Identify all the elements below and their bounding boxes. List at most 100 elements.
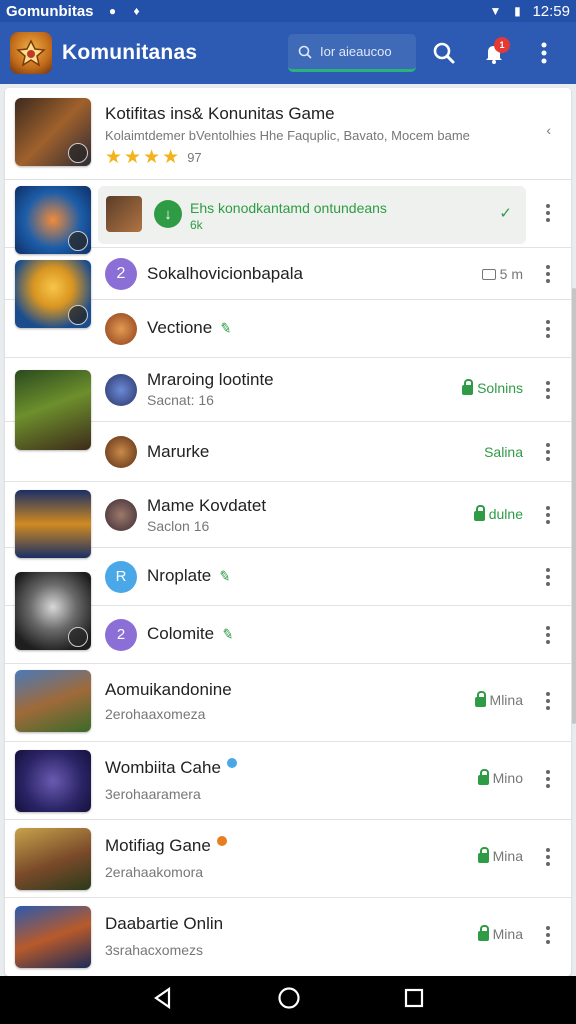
chevron-left-icon[interactable]: ‹ — [546, 122, 551, 138]
more-options-button[interactable] — [541, 620, 555, 650]
edit-icon: ✎ — [218, 567, 233, 585]
more-options-button[interactable] — [541, 920, 555, 950]
item-title: Nroplate — [147, 566, 212, 585]
list-item[interactable]: Daabartie Onlin 3srahacxomezs Mina — [5, 898, 571, 976]
featured-game-row[interactable]: Kotifitas ins& Konunitas Game Kolaimtdem… — [5, 88, 571, 180]
message-icon — [481, 268, 496, 280]
lock-icon — [462, 379, 474, 395]
item-subtitle: Sacnat: 16 — [147, 392, 214, 408]
game-thumbnail — [15, 670, 91, 732]
verified-icon — [226, 758, 237, 768]
app-logo-icon — [10, 32, 52, 74]
more-options-button[interactable] — [541, 562, 555, 592]
item-title: Marurke — [147, 442, 210, 461]
community-list: Kotifitas ins& Konunitas Game Kolaimtdem… — [5, 88, 571, 976]
more-vert-icon — [541, 42, 547, 64]
banner-subtext: 6k — [190, 218, 203, 232]
list-item[interactable]: 2 Colomite ✎ — [5, 606, 571, 664]
badge-icon — [68, 143, 88, 163]
lock-icon — [474, 691, 486, 707]
list-item[interactable]: Marurke Salina — [5, 422, 571, 482]
notifications-button[interactable]: 1 — [472, 31, 516, 75]
status-bar-title: Gomunbitas — [6, 2, 94, 20]
star-icon: ★ — [143, 147, 161, 168]
list-item[interactable]: Aomuikandonine 2erohaaxomeza Mlina — [5, 664, 571, 742]
download-banner[interactable]: ↓ Ehs konodkantamd ontundeans 6k ✓ — [98, 186, 526, 244]
home-button[interactable] — [277, 986, 301, 1015]
item-status: dulne — [488, 506, 523, 522]
featured-description: Kolaimtdemer bVentolhies Hhe Faquplic, B… — [105, 128, 470, 143]
item-title: Aomuikandonine — [105, 680, 232, 699]
back-icon — [153, 986, 170, 1009]
featured-title: Kotifitas ins& Konunitas Game — [105, 104, 335, 123]
game-thumbnail — [15, 186, 91, 254]
app-title: Komunitanas — [62, 41, 198, 64]
avatar — [105, 313, 137, 345]
item-title: Sokalhovicionbapala — [147, 264, 303, 283]
edit-icon: ✎ — [219, 319, 234, 337]
more-options-button[interactable] — [541, 375, 555, 405]
system-nav-bar — [0, 976, 576, 1024]
item-status: Salina — [484, 444, 523, 460]
item-status: Mina — [492, 848, 523, 864]
app-bar: Komunitanas Ior aieaucoo 1 — [0, 22, 576, 84]
more-options-button[interactable] — [541, 198, 555, 228]
item-title: Colomite — [147, 624, 215, 643]
game-thumbnail — [15, 906, 91, 968]
edit-icon: ✎ — [220, 625, 236, 643]
search-icon — [433, 42, 455, 64]
notification-badge: 1 — [494, 37, 510, 53]
lock-icon — [477, 925, 489, 941]
item-subtitle: 3erohaaramera — [105, 786, 201, 802]
scrollbar[interactable] — [572, 288, 576, 724]
more-options-button[interactable] — [541, 437, 555, 467]
item-title: Mraroing lootinte — [147, 370, 274, 389]
search-icon — [298, 45, 312, 59]
item-status: 5 m — [499, 266, 523, 282]
lock-icon — [477, 847, 489, 863]
item-subtitle: 3srahacxomezs — [105, 942, 204, 958]
more-options-button[interactable] — [541, 314, 555, 344]
avatar — [105, 499, 137, 531]
item-status: Mlina — [489, 692, 523, 708]
more-options-button[interactable] — [541, 842, 555, 872]
list-item[interactable]: Wombiita Cahe 3erohaaramera Mino — [5, 742, 571, 820]
avatar: 2 — [105, 619, 137, 651]
home-icon — [278, 986, 300, 1009]
more-options-button[interactable] — [541, 764, 555, 794]
back-button[interactable] — [152, 986, 174, 1014]
item-status: Mino — [492, 770, 523, 786]
search-input[interactable]: Ior aieaucoo — [288, 34, 416, 72]
list-item[interactable]: Mame Kovdatet Saclon 16 dulne — [5, 482, 571, 558]
game-thumbnail — [15, 750, 91, 812]
avatar — [105, 436, 137, 468]
overflow-menu-button[interactable] — [522, 31, 566, 75]
list-item[interactable]: Motifiag Gane 2erahaakomora Mina — [5, 820, 571, 898]
item-status: Solnins — [477, 380, 523, 396]
more-options-button[interactable] — [541, 259, 555, 289]
rating-count: 97 — [187, 150, 202, 165]
more-options-button[interactable] — [541, 500, 555, 530]
more-options-button[interactable] — [541, 686, 555, 716]
game-notification-icon: ♦ — [133, 4, 140, 18]
star-icon: ★ — [105, 147, 123, 168]
item-subtitle: Saclon 16 — [147, 518, 210, 534]
check-icon: ✓ — [499, 205, 512, 222]
item-subtitle: 2erohaaxomeza — [105, 706, 206, 722]
avatar — [105, 374, 137, 406]
search-placeholder: Ior aieaucoo — [320, 44, 392, 59]
banner-text: Ehs konodkantamd ontundeans — [190, 200, 387, 216]
item-title: Mame Kovdatet — [147, 496, 267, 515]
search-button[interactable] — [422, 31, 466, 75]
status-dot-icon — [216, 836, 227, 846]
recents-button[interactable] — [404, 988, 424, 1013]
list-item[interactable]: Vectione ✎ — [5, 300, 571, 358]
item-title: Motifiag Gane — [105, 836, 211, 855]
star-icon: ★ — [162, 147, 180, 168]
item-status: Mina — [492, 926, 523, 942]
lock-icon — [473, 505, 485, 521]
item-title: Wombiita Cahe — [105, 758, 221, 777]
avatar: 2 — [105, 258, 137, 290]
item-title: Vectione — [147, 318, 213, 337]
avatar: R — [105, 561, 137, 593]
